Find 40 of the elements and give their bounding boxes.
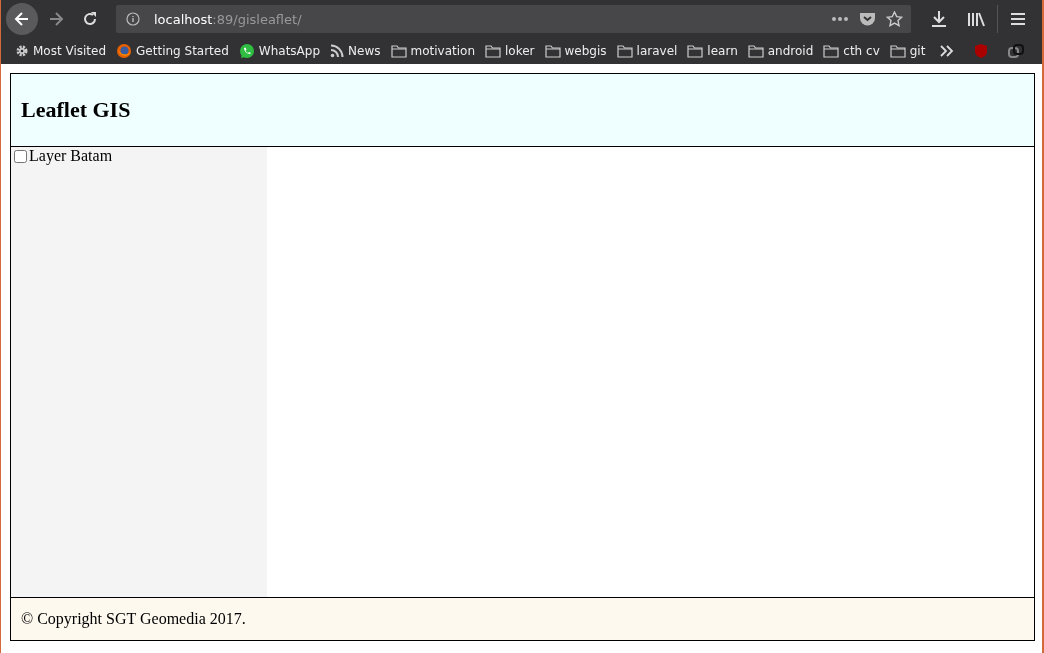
folder-icon[interactable] [747, 44, 764, 58]
browser-logo-icon[interactable] [116, 43, 133, 59]
folder-icon[interactable] [485, 44, 501, 58]
address-bar[interactable]: localhost:89/gisleaflet/ [116, 5, 911, 33]
url-text: localhost:89/gisleaflet/ [154, 11, 302, 27]
bookmark-link[interactable]: motivation [410, 44, 475, 58]
back-button[interactable] [6, 3, 38, 35]
library-icon[interactable] [967, 11, 985, 27]
bookmark-link[interactable]: loker [505, 44, 535, 58]
chevron-icon[interactable] [940, 45, 954, 57]
bookmark-link[interactable]: laravel [636, 44, 678, 58]
bookmark-link[interactable]: android [767, 44, 814, 58]
bookmark-link[interactable]: webgis [564, 44, 607, 58]
pocket-icon[interactable] [859, 11, 876, 27]
more-icon[interactable] [831, 16, 849, 22]
bookmark-link[interactable]: News [348, 44, 381, 58]
arrow-left-icon [13, 10, 31, 28]
folder-icon[interactable] [616, 44, 633, 58]
bookmark-link[interactable]: git [909, 44, 926, 58]
download-icon[interactable] [931, 10, 947, 28]
feed-icon[interactable] [330, 44, 345, 58]
layer-checkbox[interactable] [14, 150, 27, 163]
gear-icon[interactable] [15, 44, 29, 58]
folder-icon[interactable] [889, 44, 906, 58]
bookmark-link[interactable]: Getting Started [136, 44, 229, 58]
bookmark-link[interactable]: Most Visited [33, 44, 107, 58]
layer-label[interactable]: Layer Batam [29, 147, 113, 165]
folder-icon[interactable] [390, 44, 407, 58]
folder-icon[interactable] [544, 44, 561, 58]
page-title: Leaflet GIS [21, 97, 131, 123]
info-icon[interactable] [126, 12, 140, 26]
folder-icon[interactable] [687, 44, 704, 58]
footer-text: © Copyright SGT Geomedia 2017. [21, 610, 246, 628]
menu-icon[interactable] [1010, 12, 1026, 26]
star-icon[interactable] [886, 11, 903, 27]
folder-icon[interactable] [823, 44, 840, 58]
bookmark-link[interactable]: learn [707, 44, 738, 58]
chat-logo-icon[interactable] [238, 43, 255, 59]
bookmark-link[interactable]: cth cv [843, 44, 880, 58]
bookmark-link[interactable]: WhatsApp [258, 44, 321, 58]
